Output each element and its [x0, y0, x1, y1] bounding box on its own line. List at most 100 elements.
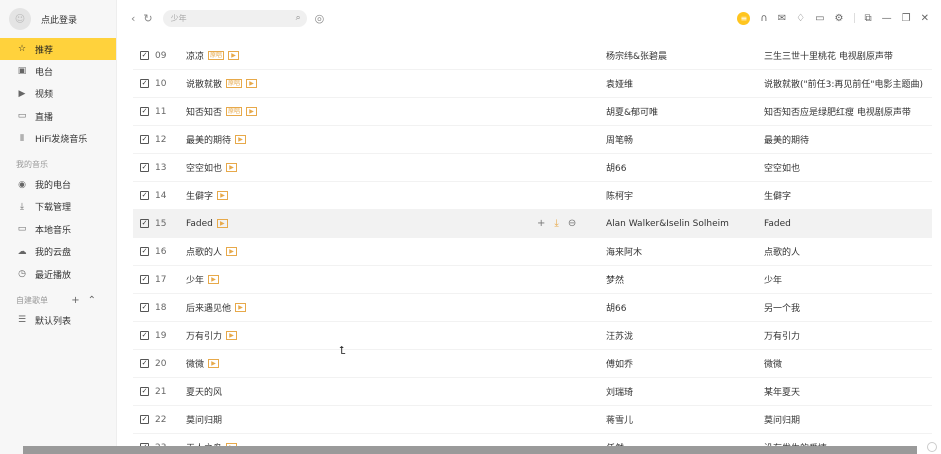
song-title-cell[interactable]: 微微 ▶ — [186, 357, 220, 370]
song-artist[interactable]: 胡夏&郁可唯 — [606, 105, 658, 118]
song-checkbox[interactable]: ✓ — [140, 247, 149, 256]
horizontal-scrollbar[interactable] — [23, 446, 917, 454]
song-checkbox[interactable]: ✓ — [140, 219, 149, 228]
sidebar-playlist-item[interactable]: ☰ 默认列表 — [0, 309, 116, 331]
song-title[interactable]: 空空如也 — [186, 161, 222, 174]
refresh-icon[interactable]: ↻ — [143, 12, 152, 25]
song-checkbox[interactable]: ✓ — [140, 359, 149, 368]
download-icon[interactable]: ⤓ — [554, 218, 558, 229]
song-album[interactable]: 三生三世十里桃花 电视剧原声带 — [764, 49, 893, 62]
sidebar-nav-item[interactable]: ▶ 视频 — [0, 83, 116, 105]
song-artist[interactable]: 刘瑞琦 — [606, 385, 633, 398]
song-artist[interactable]: 傅如乔 — [606, 357, 633, 370]
song-title-cell[interactable]: 说散就散 原唱 ▶ — [186, 77, 258, 90]
song-row[interactable]: ✓ 15 Faded ▶ + ⤓ ⊖ Alan Walker&Iselin Solheim Fa… — [133, 210, 932, 238]
song-artist[interactable]: 袁娅维 — [606, 77, 633, 90]
song-checkbox[interactable]: ✓ — [140, 331, 149, 340]
search-icon[interactable]: ⌕ — [296, 13, 301, 23]
song-album[interactable]: 生僻字 — [764, 189, 791, 202]
song-checkbox[interactable]: ✓ — [140, 191, 149, 200]
song-album[interactable]: 另一个我 — [764, 301, 800, 314]
folder-icon[interactable]: ▭ — [815, 13, 824, 24]
avatar[interactable]: ☺ — [9, 8, 31, 30]
song-title-cell[interactable]: 夏天的风 — [186, 385, 222, 398]
close-icon[interactable]: ✕ — [921, 13, 929, 24]
add-playlist-icon[interactable]: + — [71, 295, 87, 306]
song-title-cell[interactable]: 凉凉 原唱 ▶ — [186, 49, 240, 62]
more-icon[interactable]: ⊖ — [568, 218, 576, 229]
mini-mode-icon[interactable]: ⧉ — [865, 13, 872, 24]
song-row[interactable]: ✓ 10 说散就散 原唱 ▶ 袁娅维 说散就散("前任3:再见前任"电影主题曲) — [133, 70, 932, 98]
song-album[interactable]: 知否知否应是绿肥红瘦 电视剧原声带 — [764, 105, 911, 118]
song-checkbox[interactable]: ✓ — [140, 387, 149, 396]
mv-icon[interactable]: ▶ — [216, 219, 228, 228]
song-artist[interactable]: 海来阿木 — [606, 245, 642, 258]
song-artist[interactable]: 梦然 — [606, 273, 624, 286]
sidebar-my-music-item[interactable]: ⤓ 下载管理 — [0, 196, 116, 218]
song-row[interactable]: ✓ 12 最美的期待 ▶ 周笔畅 最美的期待 — [133, 126, 932, 154]
song-artist[interactable]: 陈柯宇 — [606, 189, 633, 202]
song-checkbox[interactable]: ✓ — [140, 415, 149, 424]
song-artist[interactable]: Alan Walker&Iselin Solheim — [606, 219, 729, 229]
song-album[interactable]: 说散就散("前任3:再见前任"电影主题曲) — [764, 77, 923, 90]
skin-icon[interactable]: ♢ — [796, 13, 805, 24]
song-album[interactable]: 少年 — [764, 273, 782, 286]
maximize-icon[interactable]: ❐ — [902, 13, 911, 24]
song-checkbox[interactable]: ✓ — [140, 51, 149, 60]
song-title-cell[interactable]: Faded ▶ — [186, 219, 228, 229]
song-title[interactable]: 夏天的风 — [186, 385, 222, 398]
sidebar-nav-item[interactable]: ☆ 推荐 — [0, 38, 116, 60]
song-artist[interactable]: 杨宗纬&张碧晨 — [606, 49, 667, 62]
mv-icon[interactable]: ▶ — [246, 79, 258, 88]
sidebar-my-music-item[interactable]: ☁ 我的云盘 — [0, 241, 116, 263]
sidebar-my-music-item[interactable]: ▭ 本地音乐 — [0, 218, 116, 240]
song-title[interactable]: Faded — [186, 219, 213, 229]
song-title[interactable]: 微微 — [186, 357, 204, 370]
mv-icon[interactable]: ▶ — [226, 247, 238, 256]
song-title[interactable]: 说散就散 — [186, 77, 222, 90]
song-row[interactable]: ✓ 11 知否知否 原唱 ▶ 胡夏&郁可唯 知否知否应是绿肥红瘦 电视剧原声带 — [133, 98, 932, 126]
song-title-cell[interactable]: 知否知否 原唱 ▶ — [186, 105, 258, 118]
collapse-icon[interactable]: ⌃ — [88, 295, 104, 306]
song-album[interactable]: 万有引力 — [764, 329, 800, 342]
mv-icon[interactable]: ▶ — [217, 191, 229, 200]
song-title-cell[interactable]: 最美的期待 ▶ — [186, 133, 247, 146]
song-title-cell[interactable]: 万有引力 ▶ — [186, 329, 238, 342]
song-checkbox[interactable]: ✓ — [140, 135, 149, 144]
mv-icon[interactable]: ▶ — [235, 135, 247, 144]
song-album[interactable]: 点歌的人 — [764, 245, 800, 258]
song-artist[interactable]: 周笔畅 — [606, 133, 633, 146]
song-title-cell[interactable]: 少年 ▶ — [186, 273, 220, 286]
sidebar-nav-item[interactable]: ▭ 直播 — [0, 105, 116, 127]
back-icon[interactable]: ‹ — [131, 12, 135, 25]
song-title[interactable]: 点歌的人 — [186, 245, 222, 258]
sidebar-my-music-item[interactable]: ◷ 最近播放 — [0, 263, 116, 285]
sidebar-nav-item[interactable]: ▣ 电台 — [0, 60, 116, 82]
song-artist[interactable]: 汪苏泷 — [606, 329, 633, 342]
song-album[interactable]: 最美的期待 — [764, 133, 809, 146]
song-checkbox[interactable]: ✓ — [140, 275, 149, 284]
voice-search-icon[interactable]: ◎ — [315, 12, 325, 25]
song-title-cell[interactable]: 点歌的人 ▶ — [186, 245, 238, 258]
song-album[interactable]: Faded — [764, 219, 791, 229]
song-title[interactable]: 莫问归期 — [186, 413, 222, 426]
settings-icon[interactable]: ⚙ — [835, 13, 844, 24]
sidebar-my-music-item[interactable]: ◉ 我的电台 — [0, 174, 116, 196]
song-title[interactable]: 凉凉 — [186, 49, 204, 62]
headphone-icon[interactable]: ∩ — [760, 13, 767, 24]
song-title[interactable]: 生僻字 — [186, 189, 213, 202]
song-row[interactable]: ✓ 18 后来遇见他 ▶ 胡66 另一个我 — [133, 294, 932, 322]
song-album[interactable]: 莫问归期 — [764, 413, 800, 426]
song-row[interactable]: ✓ 09 凉凉 原唱 ▶ 杨宗纬&张碧晨 三生三世十里桃花 电视剧原声带 — [133, 42, 932, 70]
song-title[interactable]: 万有引力 — [186, 329, 222, 342]
mv-icon[interactable]: ▶ — [235, 303, 247, 312]
sidebar-nav-item[interactable]: ⫴ HiFi发烧音乐 — [0, 128, 116, 150]
song-row[interactable]: ✓ 17 少年 ▶ 梦然 少年 — [133, 266, 932, 294]
mv-icon[interactable]: ▶ — [246, 107, 258, 116]
song-title[interactable]: 最美的期待 — [186, 133, 231, 146]
mv-icon[interactable]: ▶ — [226, 163, 238, 172]
song-album[interactable]: 微微 — [764, 357, 782, 370]
login-link[interactable]: 点此登录 — [41, 13, 77, 26]
mv-icon[interactable]: ▶ — [226, 331, 238, 340]
song-artist[interactable]: 胡66 — [606, 161, 626, 174]
